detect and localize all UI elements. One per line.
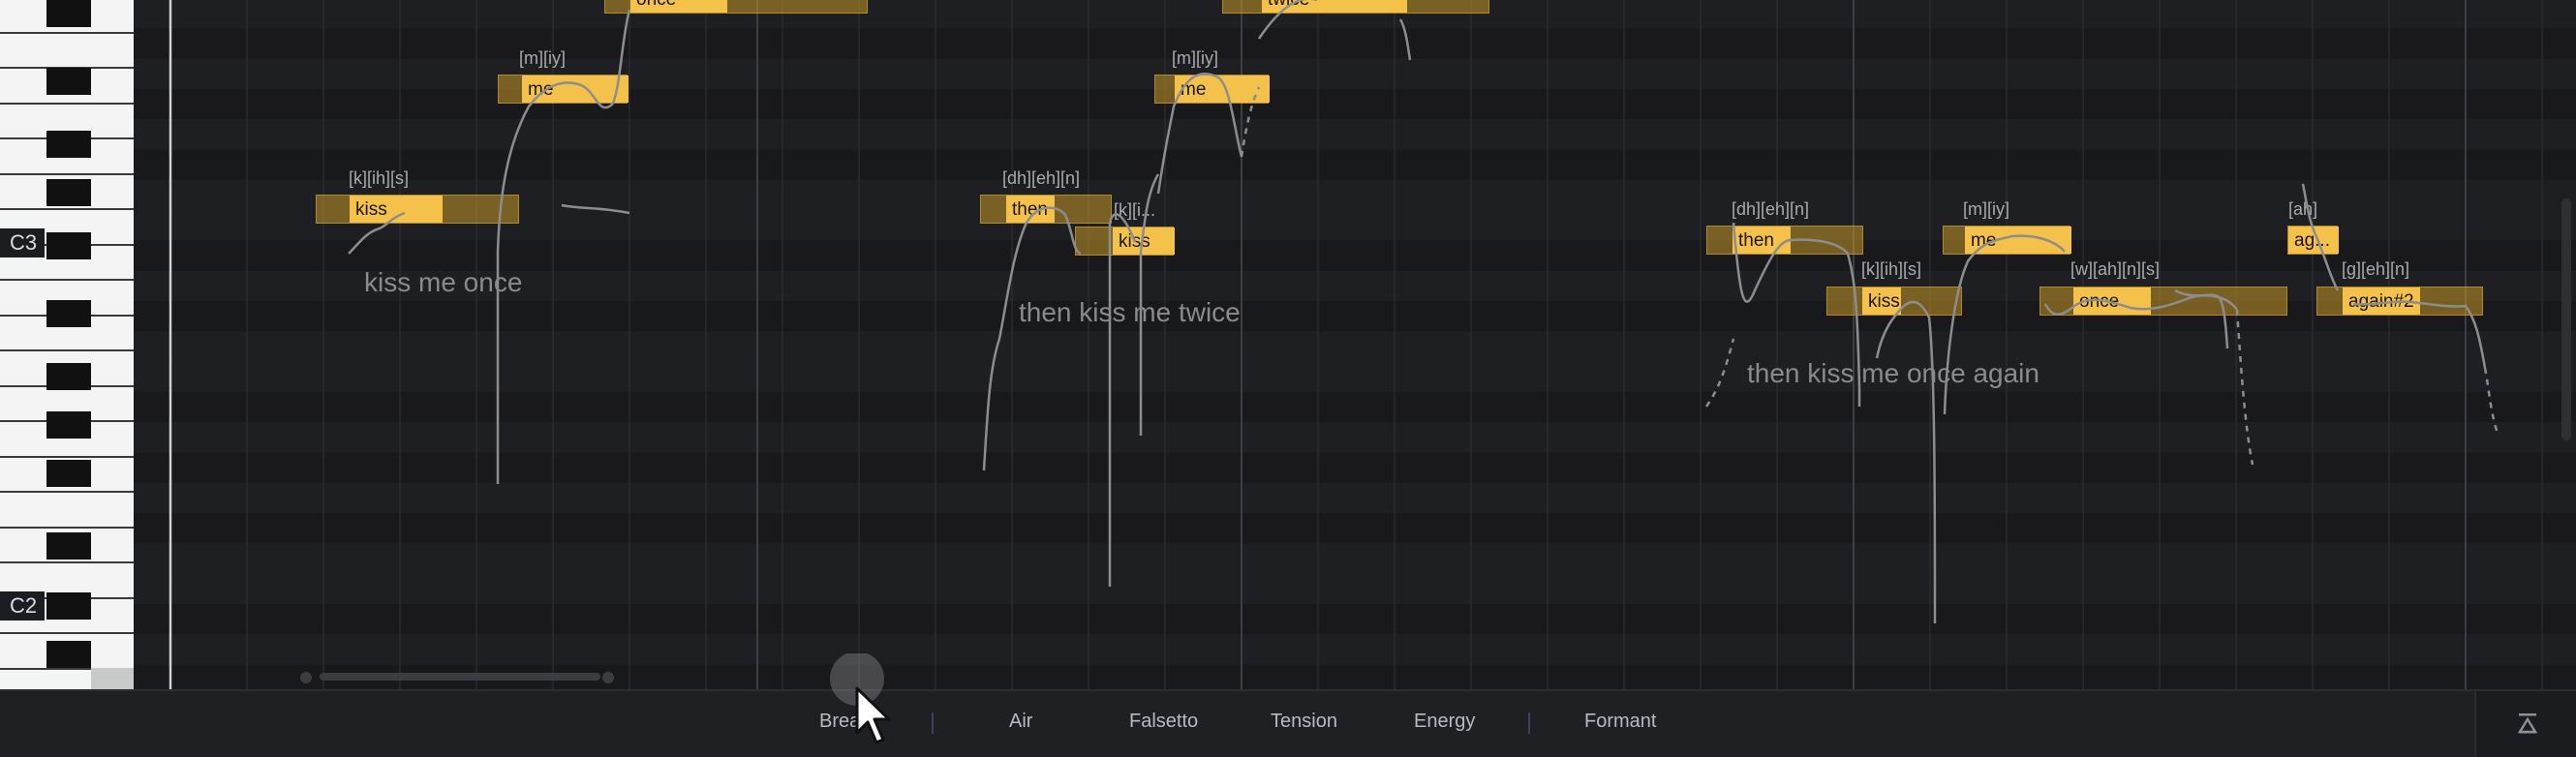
note-block[interactable]: me (1154, 75, 1270, 104)
scroll-thumb[interactable] (320, 673, 600, 681)
note-lyric: me (528, 79, 554, 100)
black-key[interactable] (46, 179, 91, 206)
black-key[interactable] (46, 232, 91, 259)
black-key[interactable] (46, 68, 91, 95)
note-block[interactable]: twice (1222, 0, 1489, 14)
note-lyric: me (1971, 230, 1997, 251)
white-key[interactable] (0, 31, 134, 34)
piano-roll-editor[interactable]: C3 C2 [k][ih][s] [m][iy] [dh][eh][n] [k][… (0, 0, 2576, 689)
note-block[interactable]: kiss (1826, 287, 1962, 316)
note-lyric: again#2 (2348, 291, 2414, 312)
note-lyric: then (1012, 199, 1048, 220)
white-key[interactable] (0, 349, 134, 351)
note-lyric: kiss (1119, 231, 1150, 252)
tab-energy[interactable]: Energy (1414, 711, 1475, 733)
black-key[interactable] (46, 532, 91, 560)
note-block[interactable]: then (1706, 226, 1863, 255)
note-block[interactable]: ag... (2287, 226, 2339, 255)
horizontal-scrollbar[interactable] (300, 671, 620, 683)
phoneme-label: [ah] (2288, 199, 2318, 219)
white-key[interactable] (0, 526, 134, 529)
piano-keyboard[interactable]: C3 C2 (0, 0, 134, 689)
parameter-bar: Brea Air Falsetto Tension Energy Formant (0, 689, 2576, 757)
black-key[interactable] (46, 641, 91, 668)
black-key[interactable] (46, 460, 91, 487)
white-key[interactable] (0, 208, 134, 210)
scroll-handle-right[interactable] (602, 672, 614, 683)
phoneme-label: [dh][eh][n] (1002, 168, 1081, 188)
note-lyric: kiss (1868, 291, 1900, 312)
phoneme-label: [k][ih][s] (1861, 259, 1922, 279)
tab-formant[interactable]: Formant (1584, 711, 1656, 733)
white-key[interactable] (0, 455, 134, 458)
note-lyric: me (1181, 79, 1207, 100)
note-lyric: once (630, 0, 676, 15)
phoneme-label: [m][iy] (1963, 199, 2009, 219)
phoneme-label: [k][i... (1114, 200, 1156, 220)
phoneme-label: [k][ih][s] (349, 168, 410, 188)
black-key[interactable] (46, 592, 91, 620)
phoneme-label: [m][iy] (1172, 48, 1218, 68)
lyric-phrase: then kiss me once again (1747, 358, 2039, 388)
tab-divider (932, 712, 934, 734)
white-key[interactable] (0, 561, 134, 563)
tab-falsetto[interactable]: Falsetto (1129, 711, 1198, 733)
note-block[interactable]: kiss (316, 195, 519, 224)
white-key[interactable] (0, 102, 134, 105)
black-key[interactable] (46, 300, 91, 327)
tab-tension[interactable]: Tension (1271, 711, 1337, 733)
tab-divider (1528, 712, 1530, 734)
black-key[interactable] (46, 131, 91, 158)
lyric-phrase: then kiss me twice (1019, 297, 1241, 327)
key-shade (91, 668, 134, 689)
white-key[interactable] (0, 279, 134, 281)
note-grid[interactable] (0, 0, 2576, 689)
white-key[interactable] (0, 491, 134, 493)
collapse-panel-icon[interactable] (2515, 711, 2540, 736)
scroll-handle-left[interactable] (300, 672, 312, 683)
black-key[interactable] (46, 411, 91, 439)
note-block[interactable]: then (980, 195, 1112, 224)
white-key[interactable] (0, 172, 134, 175)
panel-toggle-area (2474, 691, 2576, 757)
phoneme-label: [w][ah][n][s] (2070, 259, 2161, 279)
note-block[interactable]: once (2039, 287, 2287, 316)
octave-label: C2 (0, 591, 45, 621)
note-block[interactable]: again#2 (2316, 287, 2483, 316)
note-block[interactable]: me (498, 75, 629, 104)
note-lyric: then (1738, 230, 1774, 251)
lyric-phrase: kiss me once (364, 267, 523, 297)
note-block[interactable]: once (604, 0, 868, 14)
black-key[interactable] (46, 0, 91, 27)
vertical-scrollbar[interactable] (2561, 198, 2571, 440)
note-lyric: once (2079, 291, 2120, 312)
octave-label: C3 (0, 228, 45, 257)
mouse-pointer-icon (830, 653, 891, 744)
note-lyric: kiss (355, 199, 387, 220)
note-block[interactable]: kiss (1075, 227, 1175, 256)
note-lyric: twice (1262, 0, 1309, 15)
note-block[interactable]: me (1943, 226, 2071, 255)
phoneme-label: [m][iy] (519, 48, 566, 68)
black-key[interactable] (46, 363, 91, 390)
phoneme-label: [g][eh][n] (2342, 259, 2410, 279)
note-lyric: ag... (2294, 230, 2330, 251)
tab-air[interactable]: Air (1009, 711, 1032, 733)
phoneme-label: [dh][eh][n] (1732, 199, 1810, 219)
white-key[interactable] (0, 632, 134, 634)
